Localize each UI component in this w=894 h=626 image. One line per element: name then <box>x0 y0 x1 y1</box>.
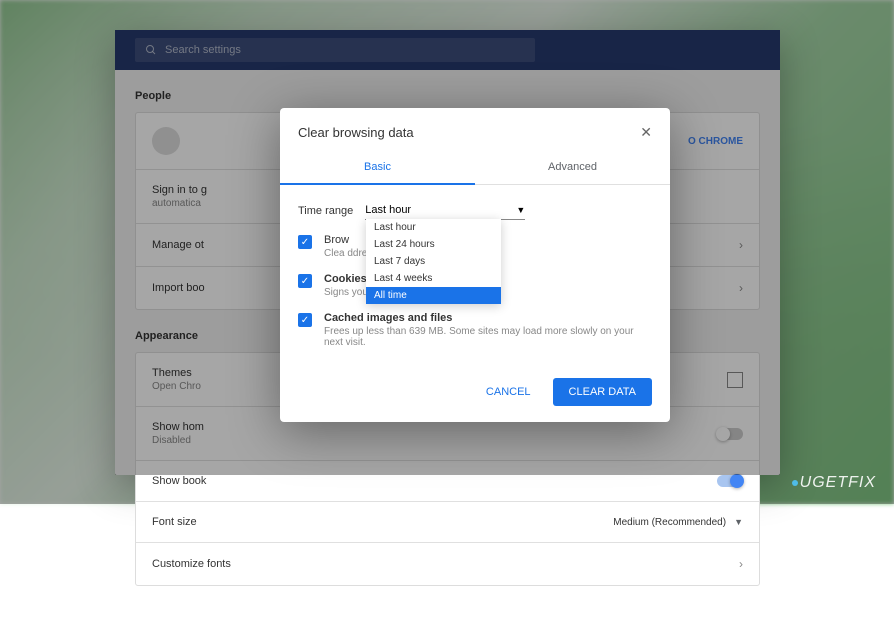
chevron-icon: › <box>739 557 743 571</box>
time-range-label: Time range <box>298 205 353 217</box>
chevron-down-icon: ▼ <box>516 205 525 215</box>
time-range-row: Time range Last hour ▼ Last hour Last 24… <box>298 201 652 220</box>
font-size-value: Medium (Recommended) <box>613 517 726 528</box>
cancel-button[interactable]: CANCEL <box>474 378 543 406</box>
dropdown-option-all-time[interactable]: All time <box>366 287 501 304</box>
dropdown-option-last-hour[interactable]: Last hour <box>366 219 501 236</box>
browsing-history-checkbox[interactable]: ✓ <box>298 235 312 249</box>
dialog-tabs: Basic Advanced <box>280 151 670 185</box>
dialog-footer: CANCEL CLEAR DATA <box>280 366 670 422</box>
cached-row: ✓ Cached images and files Frees up less … <box>298 312 652 348</box>
font-size-row[interactable]: Font size Medium (Recommended) ▼ <box>136 502 759 543</box>
dialog-title: Clear browsing data <box>298 125 414 140</box>
dialog-body: Time range Last hour ▼ Last hour Last 24… <box>280 185 670 366</box>
check-icon: ✓ <box>301 315 309 326</box>
close-button[interactable]: ✕ <box>640 124 652 141</box>
watermark-dot-icon <box>792 480 798 486</box>
cookies-checkbox[interactable]: ✓ <box>298 274 312 288</box>
clear-browsing-data-dialog: Clear browsing data ✕ Basic Advanced Tim… <box>280 108 670 422</box>
time-range-select[interactable]: Last hour ▼ <box>365 201 525 220</box>
show-bookmarks-toggle[interactable] <box>717 475 743 487</box>
watermark-text: UGETFIX <box>800 474 876 491</box>
time-range-value: Last hour <box>365 204 411 216</box>
cached-checkbox[interactable]: ✓ <box>298 313 312 327</box>
tab-advanced[interactable]: Advanced <box>475 151 670 185</box>
cached-desc: Frees up less than 639 MB. Some sites ma… <box>324 326 652 348</box>
check-icon: ✓ <box>301 276 309 287</box>
chevron-down-icon: ▼ <box>734 517 743 527</box>
clear-data-button[interactable]: CLEAR DATA <box>553 378 652 406</box>
dropdown-option-last-4-weeks[interactable]: Last 4 weeks <box>366 270 501 287</box>
cached-title: Cached images and files <box>324 312 652 324</box>
watermark: UGETFIX <box>792 474 876 492</box>
time-range-dropdown: Last hour Last 24 hours Last 7 days Last… <box>366 219 501 304</box>
check-icon: ✓ <box>301 237 309 248</box>
dropdown-option-last-7-days[interactable]: Last 7 days <box>366 253 501 270</box>
dropdown-option-last-24-hours[interactable]: Last 24 hours <box>366 236 501 253</box>
customize-text: Customize fonts <box>152 558 231 570</box>
show-book-text: Show book <box>152 475 206 487</box>
font-size-text: Font size <box>152 516 197 528</box>
dialog-header: Clear browsing data ✕ <box>280 108 670 151</box>
tab-basic[interactable]: Basic <box>280 151 475 185</box>
customize-fonts-row[interactable]: Customize fonts › <box>136 543 759 585</box>
